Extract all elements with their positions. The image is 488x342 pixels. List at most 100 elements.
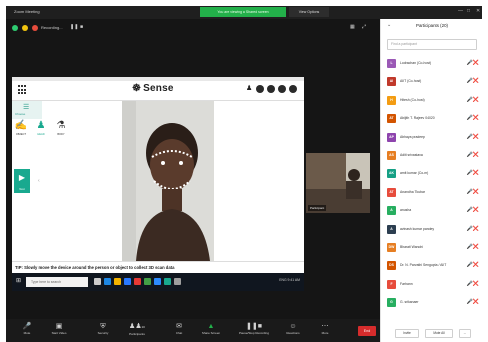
mode-object[interactable]: ✍ OBJECT bbox=[12, 119, 30, 136]
avatar: AS bbox=[387, 151, 396, 160]
minimize-icon[interactable]: — bbox=[458, 9, 463, 14]
pause-recording-icon[interactable]: ❚❚ bbox=[70, 24, 78, 30]
participant-video-tile[interactable]: Participant bbox=[306, 153, 370, 213]
avatar: G bbox=[387, 298, 396, 308]
people-icon[interactable]: ♟ bbox=[246, 84, 252, 92]
chat-icon: ✉ bbox=[176, 323, 182, 330]
view-options-button[interactable]: View Options bbox=[289, 7, 329, 17]
taskbar-search-input[interactable]: Type here to search bbox=[26, 277, 88, 287]
participant-search-input[interactable]: Find a participant bbox=[387, 39, 477, 50]
system-tray[interactable]: ENG 9:41 AM bbox=[279, 278, 300, 282]
participant-row[interactable]: DS Dr. N. Parvathi Sengupta / AIIT 🎤❌ bbox=[387, 261, 481, 271]
help-icon[interactable] bbox=[267, 85, 275, 93]
participant-name: Abhaya pradeep bbox=[400, 134, 425, 139]
avatar: A bbox=[387, 224, 396, 234]
participant-row[interactable]: G G. srikanaer 🎤❌ bbox=[387, 298, 481, 308]
mute-all-button[interactable]: Mute All bbox=[425, 329, 453, 338]
more-icon: ⋯ bbox=[321, 323, 329, 330]
end-meeting-button[interactable]: End bbox=[358, 326, 376, 336]
muted-mic-icon[interactable]: 🎤❌ bbox=[467, 262, 479, 269]
participant-row[interactable]: AP Abhaya pradeep 🎤❌ bbox=[387, 132, 481, 143]
panel-more-button[interactable]: ... bbox=[459, 329, 471, 338]
muted-mic-icon[interactable]: 🎤❌ bbox=[467, 207, 479, 214]
shared-window-titlebar bbox=[12, 77, 304, 81]
app-icon-red[interactable] bbox=[134, 278, 141, 285]
fullscreen-icon[interactable]: ⤢ bbox=[362, 24, 366, 30]
menu-grid-icon[interactable] bbox=[18, 85, 28, 95]
maximize-icon[interactable]: □ bbox=[467, 9, 470, 14]
avatar: AK bbox=[387, 169, 396, 179]
participant-row[interactable]: AI AIIT (Co-host) 🎤❌ bbox=[387, 77, 481, 87]
participant-row[interactable]: F Farhann 🎤❌ bbox=[387, 279, 481, 290]
app-icon-green[interactable] bbox=[144, 278, 151, 285]
info-circle-icon[interactable] bbox=[278, 85, 286, 93]
avatar: DW bbox=[387, 243, 396, 252]
close-icon[interactable]: ✕ bbox=[476, 9, 480, 14]
mute-button[interactable]: 🎤 Mute bbox=[12, 322, 42, 336]
participant-row[interactable]: DW Bharati Wanohi 🎤❌ bbox=[387, 243, 481, 253]
muted-mic-icon[interactable]: 🎤❌ bbox=[467, 152, 479, 159]
app-icon-gray[interactable] bbox=[174, 278, 181, 285]
video-participant-name: Participant bbox=[308, 205, 327, 211]
more-button[interactable]: ⋯ More bbox=[310, 322, 340, 336]
chat-button[interactable]: ✉ Chat bbox=[164, 322, 194, 336]
mode-body[interactable]: ⚗ BODY bbox=[52, 119, 70, 136]
settings-icon[interactable] bbox=[256, 85, 264, 93]
sense-taskbar-icon[interactable] bbox=[164, 278, 171, 285]
info-icon[interactable] bbox=[22, 25, 28, 31]
participants-button[interactable]: ♟♟20 Participants bbox=[122, 322, 152, 337]
participant-row[interactable]: H Hitesh (Co-host) 🎤❌ bbox=[387, 95, 481, 106]
participant-row[interactable]: AS Aditi srivastava 🎤❌ bbox=[387, 151, 481, 161]
chevron-left-icon[interactable]: ‹ bbox=[38, 178, 40, 184]
next-button[interactable]: ▶ Next bbox=[14, 169, 30, 193]
participant-row[interactable]: Aanusha 🎤❌ bbox=[387, 206, 481, 216]
scan-options-tab[interactable]: ☰ Choose bbox=[12, 101, 42, 119]
zoom-taskbar-icon[interactable] bbox=[154, 278, 161, 285]
muted-mic-icon[interactable]: 🎤❌ bbox=[467, 189, 479, 196]
store-icon[interactable] bbox=[124, 278, 131, 285]
windows-start-icon[interactable]: ⊞ bbox=[16, 278, 21, 284]
mode-head[interactable]: ♟ HEAD bbox=[32, 119, 50, 136]
pause-stop-recording-button[interactable]: ❚❚■ Pause/Stop Recording bbox=[234, 322, 274, 336]
muted-mic-icon[interactable]: 🎤❌ bbox=[467, 244, 479, 251]
file-explorer-icon[interactable] bbox=[114, 278, 121, 285]
shield-icon: ⛨ bbox=[100, 323, 106, 330]
participant-name: Dr. N. Parvathi Sengupta / AIIT bbox=[400, 263, 447, 268]
muted-mic-icon[interactable]: 🎤❌ bbox=[467, 60, 479, 67]
participant-video-image bbox=[306, 153, 370, 213]
wand-icon: ✍ bbox=[14, 120, 28, 131]
avatar: A bbox=[387, 206, 396, 216]
stop-recording-icon[interactable]: ■ bbox=[80, 24, 83, 30]
sense-header: ☸ Sense ♟ bbox=[12, 77, 304, 101]
participant-row[interactable]: AT Anandha Tkubar 🎤❌ bbox=[387, 187, 481, 198]
invite-button[interactable]: Invite bbox=[395, 329, 419, 338]
reactions-button[interactable]: ☺ Reactions bbox=[278, 322, 308, 336]
participant-row[interactable]: L Lodrachan (Co-host) 🎤❌ bbox=[387, 59, 481, 69]
sliders-icon: ☰ bbox=[23, 104, 30, 111]
power-icon[interactable] bbox=[289, 85, 297, 93]
app-title: Zoom Meeting bbox=[14, 9, 40, 14]
security-button[interactable]: ⛨ Security bbox=[88, 322, 118, 336]
participant-row[interactable]: Aavinash kumar pandey 🎤❌ bbox=[387, 224, 481, 235]
share-screen-button[interactable]: ▲ Share Screen bbox=[196, 322, 226, 336]
task-view-icon[interactable] bbox=[94, 278, 101, 285]
share-banner: You are viewing a Shared screen bbox=[200, 7, 286, 17]
security-shield-icon[interactable] bbox=[12, 25, 18, 31]
start-video-button[interactable]: ▣ Start Video bbox=[44, 322, 74, 336]
muted-mic-icon[interactable]: 🎤❌ bbox=[467, 299, 479, 306]
muted-mic-icon[interactable]: 🎤❌ bbox=[467, 78, 479, 85]
muted-mic-icon[interactable]: 🎤❌ bbox=[467, 170, 479, 177]
muted-mic-icon[interactable]: 🎤❌ bbox=[467, 281, 479, 288]
muted-mic-icon[interactable]: 🎤❌ bbox=[467, 134, 479, 141]
gallery-view-icon[interactable]: ▦ bbox=[350, 24, 355, 30]
chevron-down-icon[interactable]: ⌄ bbox=[387, 22, 391, 28]
participant-row[interactable]: AK amit kumar (Co-m) 🎤❌ bbox=[387, 169, 481, 179]
body-icon: ⚗ bbox=[56, 120, 66, 131]
edge-icon[interactable] bbox=[104, 278, 111, 285]
participant-name: Lodrachan (Co-host) bbox=[400, 61, 432, 65]
stage-status-bar: Recording... ❚❚ ■ ▦ ⤢ bbox=[10, 23, 370, 33]
muted-mic-icon[interactable]: 🎤❌ bbox=[467, 97, 479, 104]
muted-mic-icon[interactable]: 🎤❌ bbox=[467, 115, 479, 122]
muted-mic-icon[interactable]: 🎤❌ bbox=[467, 226, 479, 233]
participant-row[interactable]: AT Abijith T. Rajeev 04020 🎤❌ bbox=[387, 114, 481, 124]
